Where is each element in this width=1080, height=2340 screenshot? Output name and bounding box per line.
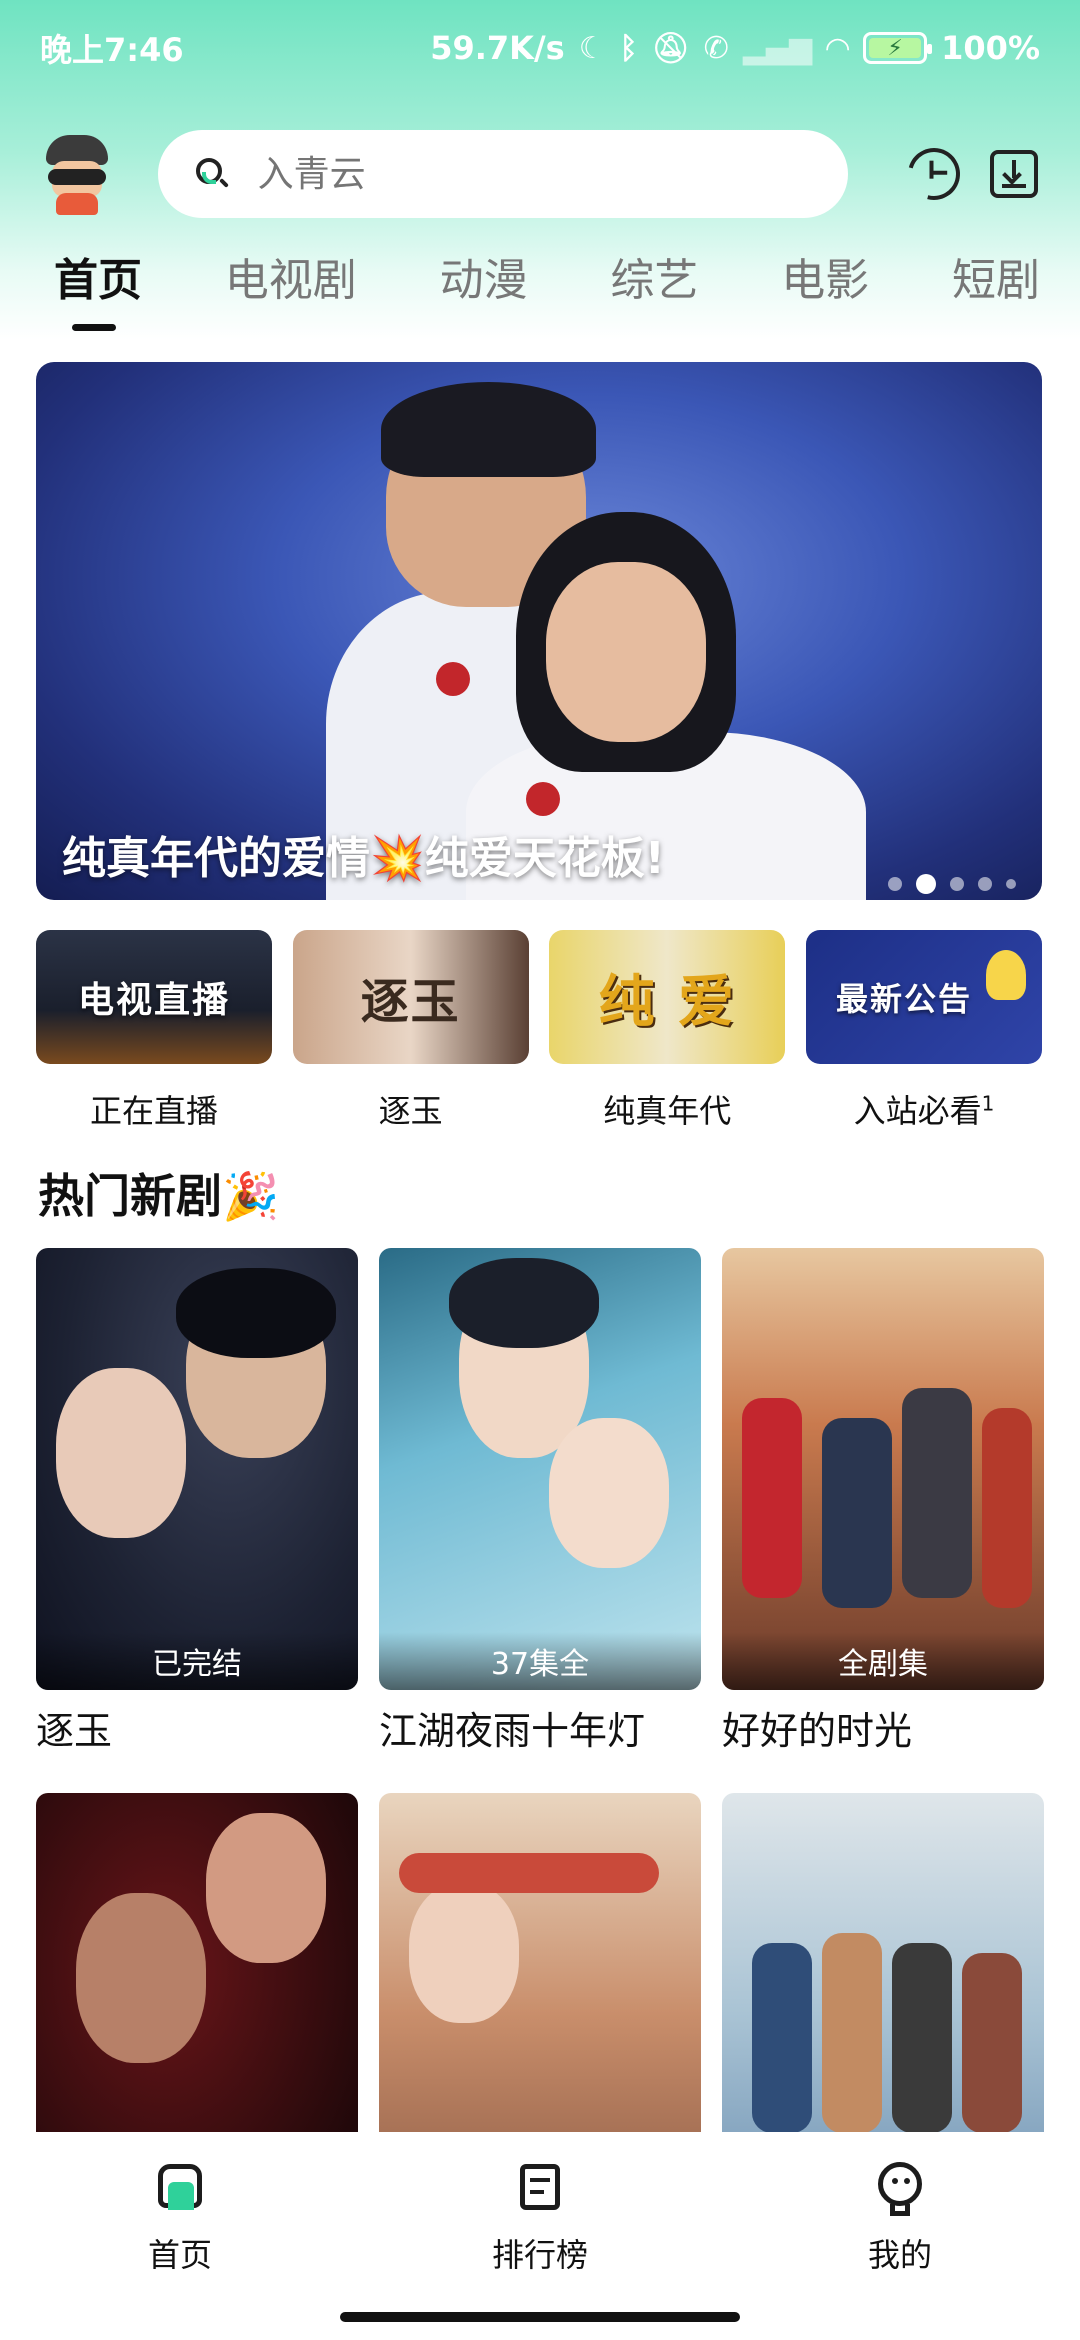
banner-pagination	[888, 874, 1016, 894]
poster-card[interactable]: 已完结 逐玉	[36, 1248, 358, 1755]
tab-anime[interactable]: 动漫	[440, 244, 528, 334]
banner-caption: 纯真年代的爱情💥纯爱天花板!	[62, 833, 665, 884]
poster-status-badge: 全剧集	[722, 1632, 1044, 1690]
poster-image: 全剧集	[722, 1248, 1044, 1690]
bottom-nav: 首页 排行榜 我的	[0, 2132, 1080, 2340]
poster-image: 已完结	[36, 1248, 358, 1690]
tab-tv-series[interactable]: 电视剧	[225, 244, 357, 334]
nav-label: 我的	[867, 2236, 932, 2274]
nav-me[interactable]: 我的	[800, 2160, 1000, 2340]
quick-link-label: 逐玉	[378, 1092, 443, 1130]
status-bar: 晚上7:46 59.7K/s ☾ ᛒ 🔕︎ ✆ ▂▄▆ ◠ ⚡︎ 100%	[0, 0, 1080, 96]
download-button[interactable]	[984, 144, 1044, 204]
app-avatar-icon[interactable]	[36, 133, 118, 215]
pagination-dot-active[interactable]	[916, 874, 936, 894]
poster-image: 37集全	[379, 1248, 701, 1690]
search-icon	[194, 156, 230, 192]
home-indicator[interactable]	[340, 2312, 740, 2322]
home-icon	[152, 2160, 208, 2216]
battery-icon: ⚡︎	[863, 32, 933, 64]
bluetooth-icon: ᛒ	[619, 30, 638, 66]
tab-short-drama[interactable]: 短剧	[952, 244, 1040, 334]
pagination-dot[interactable]	[950, 877, 964, 891]
pagination-dot[interactable]	[888, 877, 902, 891]
profile-icon	[872, 2160, 928, 2216]
quick-link-label: 正在直播	[89, 1092, 218, 1130]
poster-title: 逐玉	[36, 1709, 113, 1753]
tab-movie[interactable]: 电影	[781, 244, 869, 334]
quick-link-label: 入站必看1	[853, 1091, 995, 1130]
signal-icon: ▂▄▆	[742, 30, 813, 66]
lightbulb-icon	[985, 950, 1026, 1000]
history-button[interactable]	[898, 138, 970, 210]
nav-label: 首页	[147, 2236, 212, 2274]
nav-home[interactable]: 首页	[80, 2160, 280, 2340]
tab-home[interactable]: 首页	[40, 244, 142, 334]
top-header	[0, 124, 1080, 224]
wifi-icon: ◠	[826, 30, 850, 66]
history-icon	[898, 138, 970, 210]
status-time: 晚上7:46	[40, 31, 184, 69]
net-speed: 59.7K/s	[430, 29, 565, 67]
pagination-dot[interactable]	[978, 877, 992, 891]
category-tabs: 首页 电视剧 动漫 综艺 电影 短剧	[0, 244, 1080, 334]
quick-link-zhuyu[interactable]: 逐玉 逐玉	[292, 930, 529, 1132]
moon-icon: ☾	[578, 30, 606, 66]
search-bar[interactable]	[158, 130, 848, 218]
quick-link-live[interactable]: 电视直播 正在直播	[36, 930, 272, 1132]
poster-title: 好好的时光	[722, 1709, 913, 1753]
poster-card[interactable]: 37集全 江湖夜雨十年灯	[379, 1248, 701, 1755]
tab-variety[interactable]: 综艺	[610, 244, 698, 334]
poster-status-badge: 已完结	[36, 1632, 358, 1690]
section-title-hot-new: 热门新剧🎉	[38, 1169, 280, 1223]
nav-label: 排行榜	[491, 2236, 588, 2274]
badge-count: 1	[981, 1091, 995, 1116]
poster-grid: 已完结 逐玉 37集全 江湖夜雨十年灯 全剧集 好好的时光	[36, 1248, 1044, 2283]
quick-link-chunzhen[interactable]: 纯 爱 纯真年代	[549, 930, 786, 1132]
poster-card[interactable]: 全剧集 好好的时光	[722, 1248, 1044, 1755]
download-icon	[990, 150, 1038, 198]
poster-status-badge: 37集全	[379, 1632, 701, 1690]
ranking-list-icon	[512, 2160, 568, 2216]
quick-link-label: 纯真年代	[603, 1092, 732, 1130]
battery-percent: 100%	[941, 29, 1040, 67]
pagination-dot[interactable]	[1006, 879, 1016, 889]
mute-bell-icon: 🔕︎	[651, 30, 690, 66]
quick-link-notice[interactable]: 最新公告 入站必看1	[805, 930, 1042, 1132]
quick-link-thumb: 逐玉	[292, 930, 529, 1064]
hero-banner[interactable]: 纯真年代的爱情💥纯爱天花板!	[36, 362, 1042, 900]
search-input[interactable]	[257, 153, 812, 195]
status-icons: 59.7K/s ☾ ᛒ 🔕︎ ✆ ▂▄▆ ◠ ⚡︎ 100%	[430, 29, 1040, 67]
tab-active-indicator	[72, 324, 116, 331]
quick-link-thumb: 电视直播	[36, 930, 272, 1064]
quick-link-thumb: 最新公告	[805, 930, 1042, 1064]
poster-title: 江湖夜雨十年灯	[379, 1709, 646, 1753]
quick-links: 电视直播 正在直播 逐玉 逐玉 纯 爱 纯真年代 最新公告 入站必看1	[36, 930, 1042, 1132]
call-icon: ✆	[703, 30, 729, 66]
quick-link-thumb: 纯 爱	[549, 930, 786, 1064]
